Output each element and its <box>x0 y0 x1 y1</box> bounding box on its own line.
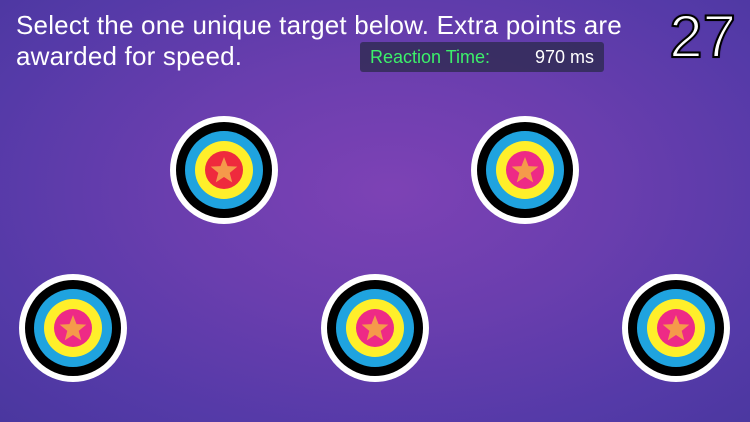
score-counter: 27 <box>668 3 737 71</box>
bullseye-icon <box>471 116 579 224</box>
target-4[interactable] <box>321 274 429 382</box>
bullseye-icon <box>19 274 127 382</box>
bullseye-icon <box>170 116 278 224</box>
bullseye-icon <box>622 274 730 382</box>
target-1[interactable] <box>170 116 278 224</box>
bullseye-icon <box>321 274 429 382</box>
reaction-time-label: Reaction Time: <box>370 46 491 67</box>
reaction-time-value: 970 ms <box>534 46 594 67</box>
reaction-time-panel: Reaction Time: 970 ms <box>360 42 604 72</box>
target-2[interactable] <box>471 116 579 224</box>
target-3[interactable] <box>19 274 127 382</box>
target-5[interactable] <box>622 274 730 382</box>
